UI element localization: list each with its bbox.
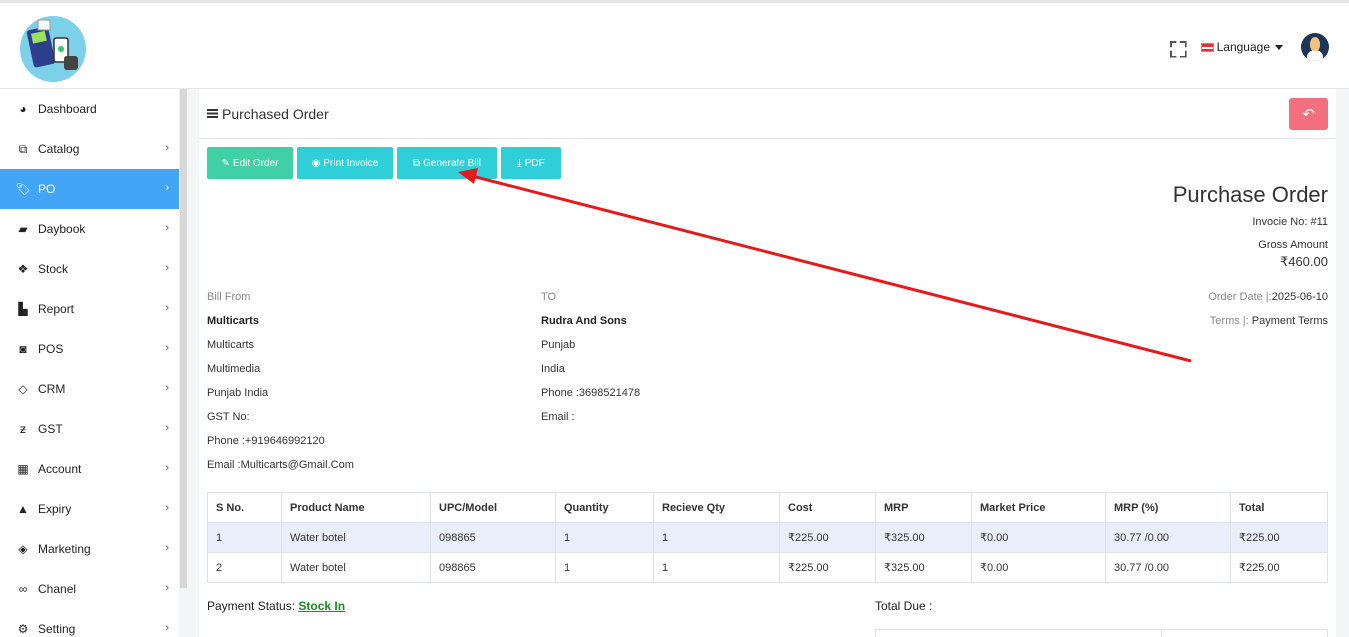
annotation-arrow	[458, 168, 1192, 363]
